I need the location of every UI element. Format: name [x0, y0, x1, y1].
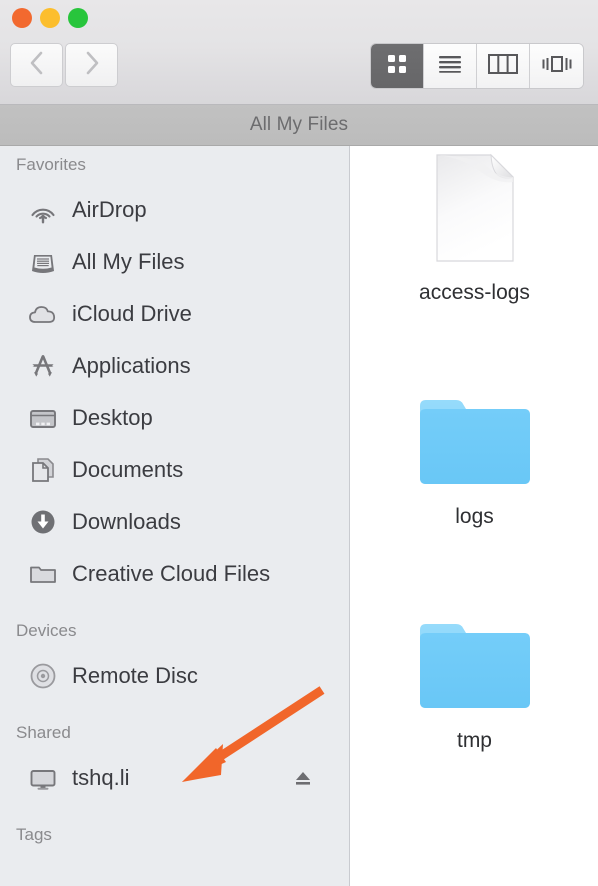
folder-icon	[416, 618, 534, 717]
sidebar-item-label: Applications	[72, 353, 191, 378]
optical-disc-icon	[26, 659, 60, 693]
list-view-icon	[438, 54, 462, 79]
window-body: Favorites AirDrop All My Files iCloud Dr…	[0, 146, 598, 886]
sidebar-item-label: iCloud Drive	[72, 301, 192, 326]
file-item-access-logs[interactable]: access-logs	[351, 152, 598, 305]
column-view-button[interactable]	[477, 44, 530, 88]
file-grid[interactable]: access-logs logs tmp	[351, 146, 598, 886]
navigation-buttons	[10, 43, 118, 87]
window-toolbar	[0, 0, 598, 105]
sidebar-item-label: Downloads	[72, 509, 181, 534]
sidebar-item-label: AirDrop	[72, 197, 147, 222]
file-item-tmp[interactable]: tmp	[351, 618, 598, 753]
traffic-light-buttons	[12, 8, 88, 28]
view-mode-switcher	[370, 43, 584, 89]
sidebar-section-shared: Shared	[16, 723, 71, 742]
desktop-icon	[26, 401, 60, 435]
downloads-icon	[26, 505, 60, 539]
display-icon	[26, 761, 60, 795]
chevron-left-icon	[29, 50, 45, 81]
page-title: All My Files	[249, 114, 349, 135]
sidebar-item-label: tshq.li	[72, 765, 130, 790]
sidebar-item-creative-cloud-files[interactable]: Creative Cloud Files	[0, 548, 349, 600]
eject-icon[interactable]	[293, 768, 313, 788]
finder-window: All My Files Favorites AirDrop All My Fi…	[0, 0, 598, 886]
sidebar-item-remote-disc[interactable]: Remote Disc	[0, 650, 349, 702]
sidebar-item-applications[interactable]: Applications	[0, 340, 349, 392]
coverflow-view-icon	[541, 54, 573, 79]
sidebar-item-label: All My Files	[72, 249, 185, 274]
column-view-icon	[488, 53, 518, 79]
all-my-files-icon	[26, 245, 60, 279]
sidebar-section-devices: Devices	[16, 621, 77, 640]
document-icon	[429, 152, 521, 269]
applications-icon	[26, 349, 60, 383]
chevron-right-icon	[84, 50, 100, 81]
file-label: tmp	[456, 729, 492, 752]
minimize-button[interactable]	[40, 8, 60, 28]
folder-icon	[26, 557, 60, 591]
sidebar[interactable]: Favorites AirDrop All My Files iCloud Dr…	[0, 146, 350, 886]
sidebar-item-label: Desktop	[72, 405, 153, 430]
icloud-drive-icon	[26, 297, 60, 331]
forward-button[interactable]	[65, 43, 118, 87]
sidebar-item-documents[interactable]: Documents	[0, 444, 349, 496]
maximize-button[interactable]	[68, 8, 88, 28]
file-label: logs	[455, 505, 494, 528]
coverflow-view-button[interactable]	[530, 44, 583, 88]
sidebar-section-tags: Tags	[16, 825, 52, 844]
folder-icon	[416, 394, 534, 493]
window-title-bar: All My Files	[0, 105, 598, 146]
sidebar-item-all-my-files[interactable]: All My Files	[0, 236, 349, 288]
file-label: access-logs	[419, 281, 530, 304]
sidebar-item-icloud-drive[interactable]: iCloud Drive	[0, 288, 349, 340]
sidebar-item-tshq-li[interactable]: tshq.li	[0, 752, 349, 804]
sidebar-section-favorites: Favorites	[16, 155, 86, 174]
list-view-button[interactable]	[424, 44, 477, 88]
airdrop-icon	[26, 193, 60, 227]
icon-view-button[interactable]	[371, 44, 424, 88]
sidebar-item-downloads[interactable]: Downloads	[0, 496, 349, 548]
sidebar-item-airdrop[interactable]: AirDrop	[0, 184, 349, 236]
file-item-logs[interactable]: logs	[351, 394, 598, 529]
sidebar-item-label: Creative Cloud Files	[72, 561, 271, 586]
back-button[interactable]	[10, 43, 63, 87]
icon-view-icon	[386, 53, 408, 80]
documents-icon	[26, 453, 60, 487]
close-button[interactable]	[12, 8, 32, 28]
sidebar-item-label: Documents	[72, 457, 184, 482]
sidebar-item-label: Remote Disc	[72, 663, 198, 688]
sidebar-item-desktop[interactable]: Desktop	[0, 392, 349, 444]
